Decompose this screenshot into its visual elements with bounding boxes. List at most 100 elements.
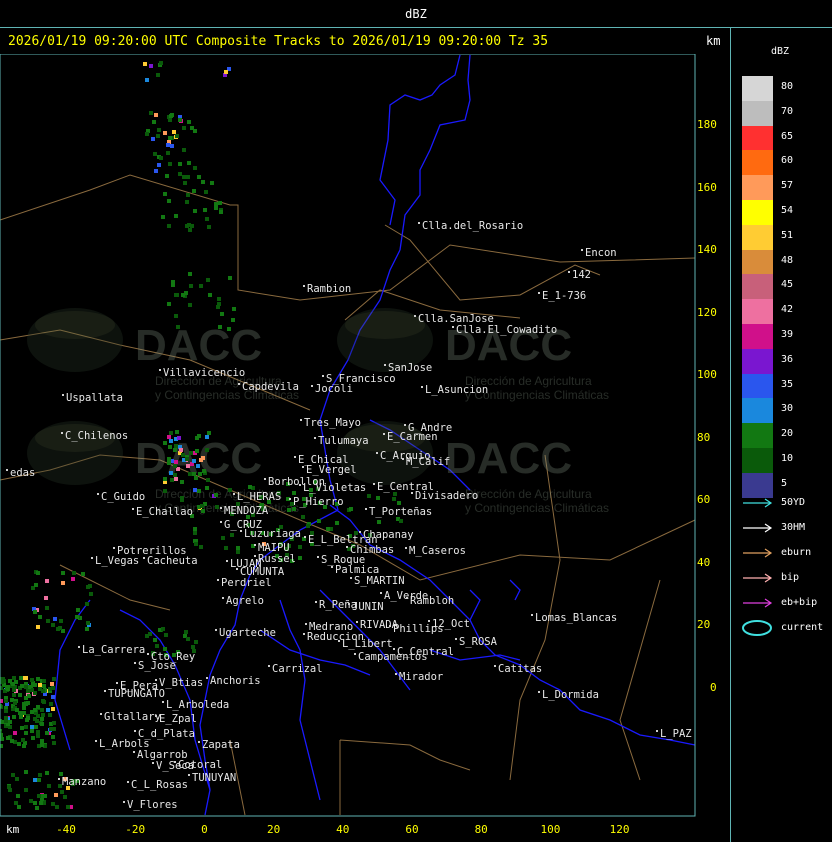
place-label: L_Libert <box>342 638 393 650</box>
radar-echo-pixel <box>55 805 59 809</box>
svg-text:Dirección de Agricultura: Dirección de Agricultura <box>465 487 592 501</box>
radar-echo-pixel <box>184 630 188 634</box>
radar-echo-pixel <box>30 729 34 733</box>
dbz-swatch <box>742 175 773 201</box>
place-marker <box>538 292 540 294</box>
radar-echo-pixel <box>169 439 173 443</box>
radar-echo-pixel <box>12 676 16 680</box>
radar-echo-pixel <box>180 498 184 502</box>
dbz-swatch <box>742 398 773 424</box>
radar-echo-pixel <box>7 785 11 789</box>
radar-echo-pixel <box>145 634 149 638</box>
place-marker <box>405 547 407 549</box>
place-label: Rambloh <box>410 595 454 607</box>
place-marker <box>346 546 348 548</box>
radar-echo-pixel <box>176 325 180 329</box>
place-marker <box>452 326 454 328</box>
radar-echo-pixel <box>175 293 179 297</box>
radar-echo-pixel <box>0 680 4 684</box>
radar-echo-pixel <box>34 725 38 729</box>
radar-echo-pixel <box>61 571 65 575</box>
place-label: T_Porteñas <box>369 506 432 518</box>
radar-echo-pixel <box>18 693 22 697</box>
radar-echo-pixel <box>207 431 211 435</box>
radar-echo-pixel <box>287 508 291 512</box>
place-marker <box>226 560 228 562</box>
radar-echo-pixel <box>192 459 196 463</box>
radar-echo-pixel <box>197 175 201 179</box>
radar-echo-pixel <box>228 276 232 280</box>
track-arrow-icon <box>743 598 773 608</box>
radar-echo-pixel <box>163 441 167 445</box>
radar-echo-pixel <box>168 118 172 122</box>
radar-echo-pixel <box>217 297 221 301</box>
x-tick-label: -40 <box>56 823 76 836</box>
place-marker <box>58 778 60 780</box>
place-marker <box>656 730 658 732</box>
radar-echo-pixel <box>196 464 200 468</box>
place-label: C_L_Rosas <box>131 779 188 791</box>
radar-echo-pixel <box>193 166 197 170</box>
radar-echo-pixel <box>306 524 310 528</box>
radar-echo-pixel <box>27 694 31 698</box>
radar-echo-pixel <box>15 708 19 712</box>
track-label: current <box>781 622 824 633</box>
dbz-level-label: 70 <box>781 105 794 117</box>
place-marker <box>300 419 302 421</box>
radar-echo-pixel <box>29 799 33 803</box>
dbz-swatch <box>742 150 773 176</box>
dbz-level-label: 54 <box>781 205 794 216</box>
radar-echo-pixel <box>12 715 16 719</box>
radar-echo-pixel <box>197 434 201 438</box>
radar-echo-pixel <box>199 458 203 462</box>
radar-echo-pixel <box>214 202 218 206</box>
place-marker <box>354 653 356 655</box>
radar-echo-pixel <box>13 701 17 705</box>
radar-echo-pixel <box>200 504 204 508</box>
radar-echo-pixel <box>183 181 187 185</box>
dbz-swatch <box>742 448 773 473</box>
radar-echo-pixel <box>193 488 197 492</box>
radar-echo-pixel <box>37 794 41 798</box>
dbz-swatch <box>742 373 773 399</box>
dbz-swatch <box>742 348 773 374</box>
place-label: Clla.del_Rosario <box>422 220 523 232</box>
place-label: Zapata <box>202 739 240 751</box>
place-marker <box>238 383 240 385</box>
radar-echo-pixel <box>51 707 55 711</box>
place-label: Divisadero <box>415 490 478 502</box>
radar-echo-pixel <box>236 546 240 550</box>
radar-echo-pixel <box>194 542 198 546</box>
radar-map[interactable]: DACC Dirección de Agricultura y Continge… <box>0 54 730 824</box>
radar-echo-pixel <box>46 619 50 623</box>
radar-echo-pixel <box>75 615 79 619</box>
radar-echo-pixel <box>218 325 222 329</box>
y-tick-label: 20 <box>697 618 711 631</box>
radar-echo-pixel <box>230 533 234 537</box>
radar-echo-pixel <box>228 488 232 492</box>
radar-echo-pixel <box>178 162 182 166</box>
radar-echo-pixel <box>4 709 8 713</box>
x-tick-label: 80 <box>474 823 488 836</box>
place-marker <box>152 762 154 764</box>
track-arrow-icon <box>743 498 773 508</box>
radar-echo-pixel <box>168 445 172 449</box>
river <box>469 579 521 621</box>
radar-echo-pixel <box>173 448 177 452</box>
place-label: edas <box>10 467 35 479</box>
place-label: L_Arboleda <box>166 699 229 711</box>
dbz-swatch <box>742 299 773 325</box>
radar-echo-pixel <box>189 284 193 288</box>
radar-echo-pixel <box>34 583 38 587</box>
radar-echo-pixel <box>175 430 179 434</box>
radar-echo-pixel <box>36 734 40 738</box>
place-label: Luzuriaga <box>244 528 301 540</box>
radar-echo-pixel <box>236 550 240 554</box>
dbz-level-label: 30 <box>781 403 794 415</box>
svg-text:DACC: DACC <box>135 321 262 370</box>
radar-echo-pixel <box>182 126 186 130</box>
place-marker <box>348 603 350 605</box>
radar-echo-pixel <box>63 795 67 799</box>
place-label: M_Caseros <box>409 545 466 557</box>
place-label: Manzano <box>62 776 106 788</box>
